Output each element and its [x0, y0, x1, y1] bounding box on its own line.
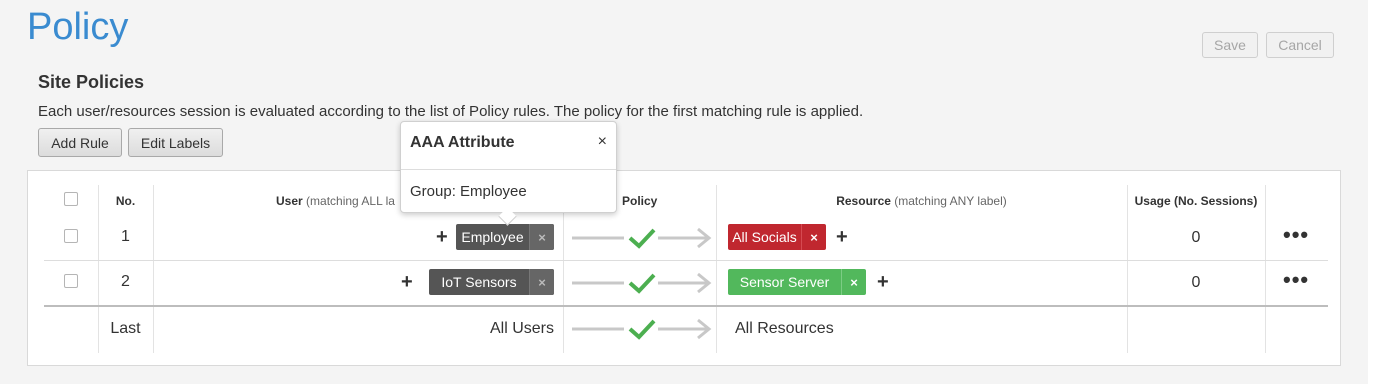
- resource-label-text: All Socials: [732, 229, 797, 245]
- header-user-sub: (matching ALL la: [306, 194, 395, 208]
- user-label-text: IoT Sensors: [441, 274, 517, 290]
- header-user-label: User: [276, 194, 303, 208]
- resource-label-tag[interactable]: Sensor Server ×: [728, 269, 866, 295]
- add-resource-label-button[interactable]: +: [836, 227, 848, 247]
- user-label-text: Employee: [461, 229, 524, 245]
- col-separator: [1265, 185, 1266, 353]
- policy-table: No. User (matching ALL la Policy Resourc…: [27, 170, 1341, 366]
- usage-count: 0: [1191, 229, 1201, 246]
- add-rule-button[interactable]: Add Rule: [38, 128, 122, 157]
- row-checkbox[interactable]: [64, 229, 78, 243]
- save-button[interactable]: Save: [1202, 32, 1258, 58]
- section-title: Site Policies: [38, 72, 145, 92]
- header-resource: Resource (matching ANY label): [716, 193, 1127, 209]
- user-label-tag[interactable]: Employee ×: [456, 224, 554, 250]
- header-resource-sub: (matching ANY label): [894, 194, 1007, 208]
- popup-divider: [401, 169, 616, 170]
- popup-body: Group: Employee: [410, 183, 527, 200]
- aaa-attribute-popup: AAA Attribute × Group: Employee: [400, 121, 617, 226]
- rule-actions: Add Rule Edit Labels: [38, 128, 223, 157]
- header-no: No.: [115, 194, 136, 208]
- add-resource-label-button[interactable]: +: [877, 272, 889, 292]
- resource-label-tag[interactable]: All Socials ×: [728, 224, 826, 250]
- remove-label-icon[interactable]: ×: [841, 269, 866, 295]
- add-user-label-button[interactable]: +: [436, 227, 448, 247]
- top-actions: Save Cancel: [1202, 32, 1334, 58]
- row-menu-icon[interactable]: •••: [1283, 267, 1309, 292]
- header-resource-label: Resource: [836, 194, 891, 208]
- row-number: 2: [121, 273, 130, 290]
- policy-allow-icon: [572, 272, 712, 294]
- default-resource: All Resources: [735, 320, 834, 337]
- close-icon[interactable]: ×: [598, 133, 607, 151]
- user-label-tag[interactable]: IoT Sensors ×: [429, 269, 554, 295]
- policy-allow-icon: [572, 318, 712, 340]
- resource-label-text: Sensor Server: [739, 274, 830, 290]
- policy-allow-icon: [572, 227, 712, 249]
- header-policy: Policy: [622, 194, 658, 208]
- remove-label-icon[interactable]: ×: [801, 224, 826, 250]
- row-menu-icon[interactable]: •••: [1283, 222, 1309, 247]
- popup-title: AAA Attribute: [410, 134, 515, 151]
- edit-labels-button[interactable]: Edit Labels: [128, 128, 223, 157]
- page-title: Policy: [27, 6, 129, 48]
- remove-label-icon[interactable]: ×: [529, 269, 554, 295]
- cancel-button[interactable]: Cancel: [1266, 32, 1334, 58]
- header-usage: Usage (No. Sessions): [1134, 194, 1258, 208]
- row-number-last: Last: [110, 320, 141, 337]
- col-separator: [716, 185, 717, 353]
- row-separator: [44, 260, 1328, 261]
- default-user: All Users: [489, 320, 554, 337]
- add-user-label-button[interactable]: +: [401, 272, 413, 292]
- col-separator: [1127, 185, 1128, 353]
- row-number: 1: [121, 228, 130, 245]
- header-user: User (matching ALL la: [276, 193, 395, 209]
- row-checkbox[interactable]: [64, 274, 78, 288]
- remove-label-icon[interactable]: ×: [529, 224, 554, 250]
- select-all-checkbox[interactable]: [64, 192, 78, 206]
- row-separator: [44, 305, 1328, 307]
- usage-count: 0: [1191, 274, 1201, 291]
- section-description: Each user/resources session is evaluated…: [38, 103, 864, 120]
